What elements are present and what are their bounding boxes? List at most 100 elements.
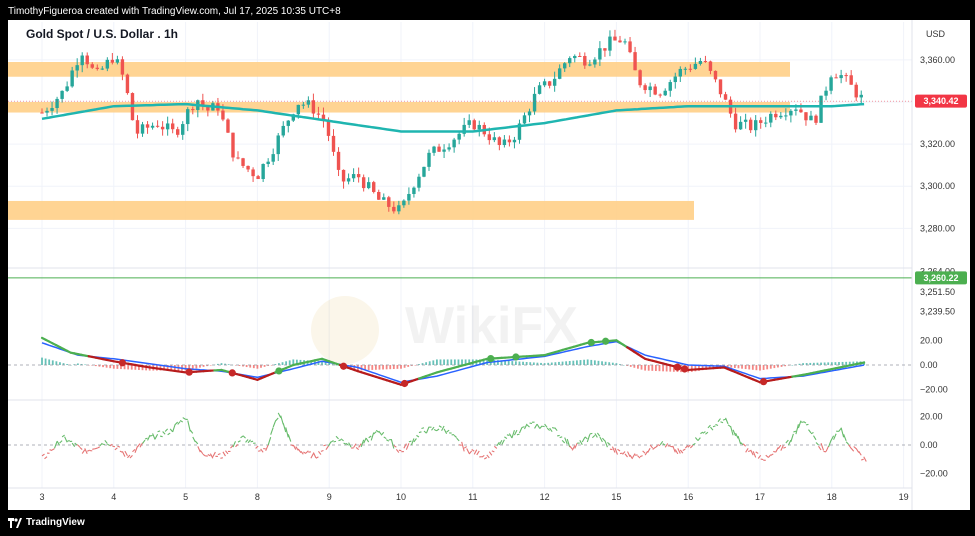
histogram-bar	[755, 365, 758, 371]
histogram-bar	[116, 365, 119, 369]
histogram-bar	[593, 360, 596, 365]
candle-body	[241, 158, 245, 166]
time-tick-label: 18	[827, 492, 837, 502]
tradingview-logo-icon	[8, 518, 22, 528]
histogram-bar	[777, 365, 779, 368]
histogram-bar	[461, 359, 463, 365]
histogram-bar	[751, 365, 754, 370]
crossover-dot	[339, 362, 348, 370]
rsi-segment	[333, 440, 337, 443]
histogram-bar	[432, 360, 435, 365]
candle-body	[181, 124, 185, 135]
price-tick-label: 3,280.00	[920, 223, 955, 233]
candle-body	[743, 119, 748, 122]
candle-body	[372, 182, 376, 192]
histogram-bar	[561, 361, 564, 365]
histogram-bar	[439, 359, 442, 365]
candle-body	[693, 63, 698, 69]
candle-body	[286, 120, 290, 126]
candle-body	[40, 112, 44, 114]
crossover-dot	[512, 353, 520, 361]
candle-body	[537, 85, 542, 94]
histogram-bar	[84, 364, 86, 366]
candle-body	[417, 176, 421, 188]
rsi-segment	[257, 450, 261, 452]
candle-body	[774, 113, 778, 118]
histogram-bar	[245, 365, 248, 368]
histogram-bar	[127, 365, 130, 370]
crossover-dot	[228, 369, 236, 377]
candle-body	[392, 206, 396, 212]
histogram-bar	[586, 359, 589, 365]
histogram-bar	[249, 365, 252, 368]
candle-body	[331, 135, 336, 152]
candle-body	[271, 154, 275, 162]
histogram-bar	[66, 364, 69, 365]
candle-body	[301, 104, 306, 106]
histogram-bar	[820, 362, 822, 365]
histogram-bar	[252, 365, 255, 369]
indicator-value: 3,260.22	[923, 273, 958, 283]
candle-body	[688, 68, 693, 70]
candle-body	[623, 41, 627, 43]
rsi-segment	[149, 434, 153, 437]
candle-body	[522, 115, 527, 124]
rsi-segment	[516, 433, 520, 436]
histogram-bar	[511, 361, 514, 365]
candle-body	[366, 182, 371, 189]
histogram-bar	[59, 362, 61, 365]
last-price-tag: 3,340.42	[915, 94, 967, 108]
candle-body	[326, 121, 331, 136]
candle-body	[613, 36, 617, 41]
rsi-tick-label: −20.00	[920, 469, 948, 479]
rsi-segment	[92, 448, 95, 450]
histogram-bar	[199, 365, 201, 368]
candle-body	[236, 157, 240, 159]
tradingview-chart[interactable]: WikiFX Gold Spot / U.S. Dollar . 1h USD …	[0, 0, 975, 536]
rsi-segment	[418, 431, 422, 434]
rsi-segment	[793, 430, 797, 433]
histogram-bar	[845, 361, 848, 365]
candle-body	[703, 60, 708, 62]
candle-body	[346, 178, 351, 182]
rsi-segment	[421, 427, 425, 430]
footer-bar	[0, 510, 975, 536]
time-tick-label: 19	[899, 492, 909, 502]
histogram-bar	[453, 359, 456, 365]
tradingview-brand[interactable]: TradingView	[8, 516, 85, 530]
histogram-bar	[105, 365, 108, 368]
candle-body	[477, 124, 481, 130]
histogram-bar	[823, 362, 826, 365]
candle-body	[377, 191, 381, 200]
last-price-value: 3,340.42	[923, 96, 958, 106]
histogram-bar	[256, 365, 259, 369]
candle-body	[658, 94, 662, 96]
candle-body	[412, 187, 416, 194]
crossover-dot	[673, 363, 682, 371]
histogram-bar	[651, 365, 654, 371]
candle-body	[50, 108, 54, 111]
candle-body	[452, 139, 456, 148]
histogram-bar	[730, 365, 733, 368]
candle-body	[140, 124, 145, 134]
histogram-bar	[640, 365, 643, 370]
candle-body	[733, 113, 738, 130]
histogram-bar	[403, 365, 406, 368]
histogram-bar	[443, 359, 445, 365]
candle-body	[844, 75, 848, 77]
candle-body	[472, 120, 476, 130]
time-tick-label: 16	[683, 492, 693, 502]
histogram-bar	[507, 360, 510, 365]
candle-body	[316, 113, 321, 115]
histogram-bar	[766, 365, 769, 370]
histogram-bar	[665, 365, 668, 372]
histogram-bar	[601, 361, 603, 365]
candle-body	[432, 146, 436, 153]
histogram-bar	[737, 365, 740, 369]
candle-body	[648, 86, 652, 91]
histogram-bar	[428, 361, 431, 365]
candle-body	[457, 133, 461, 140]
oscillator-tick-label: −20.00	[920, 385, 948, 395]
histogram-bar	[611, 362, 614, 365]
candle-body	[407, 193, 411, 201]
